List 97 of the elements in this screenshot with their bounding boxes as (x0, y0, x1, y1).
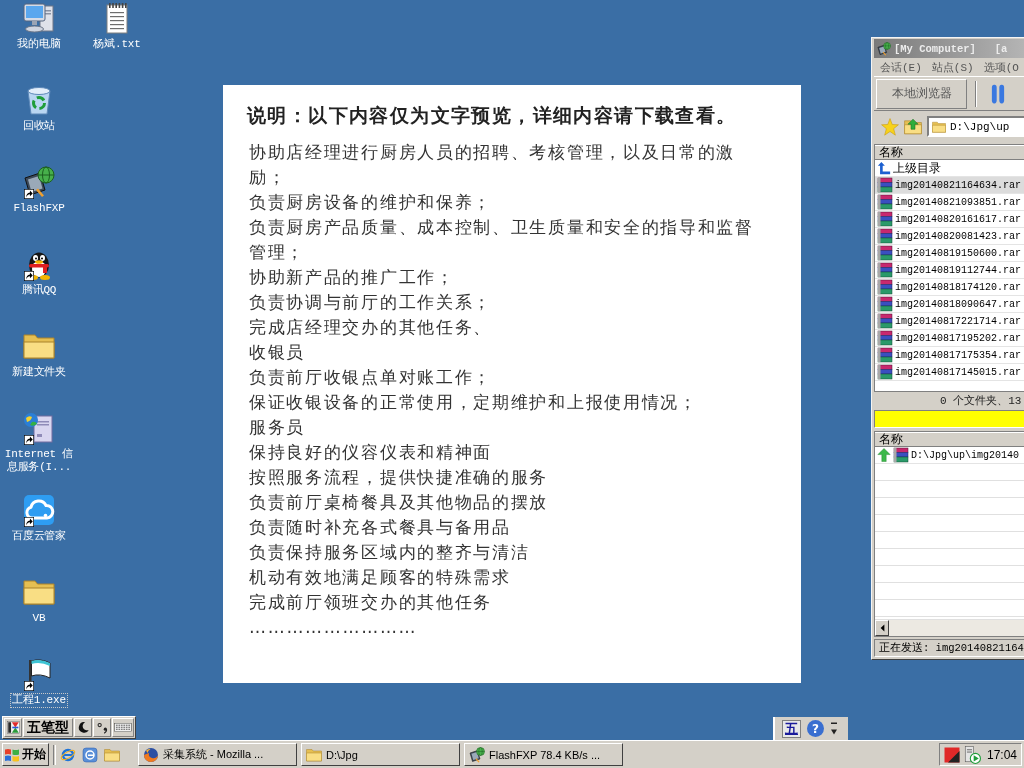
desktop-icon-label[interactable]: Internet 信息服务(I... (0, 447, 78, 475)
document-paragraph: 负责保持服务区域内的整齐与清洁 (248, 541, 530, 564)
fox-globe-icon (143, 746, 159, 763)
desktop-icon-label[interactable]: 腾讯QQ (19, 283, 59, 298)
left-arrow-icon (879, 624, 885, 632)
document-paragraph: 负责前厅收银点单对账工作； (248, 366, 493, 389)
desktop-icon-label[interactable]: 我的电脑 (15, 37, 63, 52)
folder-icon (932, 119, 946, 134)
menu-item[interactable]: 选项(O (983, 59, 1019, 75)
document-paragraph: 机动有效地满足顾客的特殊需求 (248, 566, 511, 589)
document-paragraph: 完成店经理交办的其他任务、 (248, 316, 493, 339)
archive-icon (877, 330, 893, 346)
file-row[interactable]: img20140818174120.rar (875, 279, 1024, 296)
document-paragraph: 负责前厅桌椅餐具及其他物品的摆放 (248, 491, 549, 514)
document-paragraph: 服务员 (248, 416, 306, 439)
file-row[interactable]: img20140820081423.rar (875, 228, 1024, 245)
computer-icon[interactable] (23, 2, 55, 34)
tray-app-icon[interactable] (944, 746, 960, 763)
scrollbar[interactable] (875, 619, 1024, 636)
document-paragraph: 负责随时补充各式餐具与备用品 (248, 516, 511, 539)
document-paragraph: 完成前厅领班交办的其他任务 (248, 591, 493, 614)
help-button[interactable]: ? (807, 720, 824, 737)
archive-icon (877, 245, 893, 261)
taskbar-button[interactable]: FlashFXP 78.4 KB/s ... (464, 743, 623, 766)
pause-icon[interactable] (991, 83, 1005, 104)
file-row[interactable]: img20140820161617.rar (875, 211, 1024, 228)
document-paragraph: 负责协调与前厅的工作关系； (248, 291, 493, 314)
document-paragraph: 协助店经理进行厨房人员的招聘、考核管理，以及日常的激励； (248, 141, 737, 189)
document-title: 说明：以下内容仅为文字预览，详细内容请下载查看。 (247, 103, 737, 128)
queue-row[interactable]: D:\Jpg\up\img20140 (875, 447, 1024, 464)
desktop-icon-label[interactable]: VB (30, 611, 48, 626)
column-header[interactable]: 名称 (875, 145, 1024, 160)
file-row[interactable]: img20140821164634.rar (875, 177, 1024, 194)
archive-icon (877, 347, 893, 363)
file-count-text: 0 个文件夹、13 (940, 394, 1022, 408)
punctuation-icon[interactable] (93, 718, 111, 737)
archive-icon (877, 313, 893, 329)
file-row[interactable]: img20140817145015.rar (875, 364, 1024, 381)
archive-icon (893, 447, 909, 463)
up-arrow-icon (877, 161, 891, 175)
local-browser-button[interactable]: 本地浏览器 (876, 78, 967, 109)
document-paragraph: 收银员 (248, 341, 306, 364)
document-paragraph: 负责厨房设备的维护和保养； (248, 191, 493, 214)
document-paragraph: 协助新产品的推广工作； (248, 266, 455, 289)
desktop-icon-label[interactable]: 工程1.exe (10, 693, 68, 708)
document-paragraph: 负责厨房产品质量、成本控制、卫生质量和安全的指导和监督管理； (248, 216, 755, 264)
archive-icon (877, 194, 893, 210)
file-row[interactable]: img20140817175354.rar (875, 347, 1024, 364)
desktop-icon-label[interactable]: 新建文件夹 (10, 365, 68, 380)
globe-app-icon (469, 746, 485, 763)
keyboard-icon[interactable] (112, 718, 134, 737)
path-field[interactable]: D:\Jpg\up (927, 116, 1024, 137)
e-orbit-icon[interactable] (60, 746, 76, 763)
folder-up-icon[interactable] (904, 117, 922, 136)
window-title: [My Computer] [a (894, 42, 1008, 55)
menu-item[interactable]: 站点(S) (931, 59, 974, 75)
archive-icon (877, 364, 893, 380)
archive-icon (877, 211, 893, 227)
desktop-icon-label[interactable]: FlashFXP (11, 201, 67, 216)
windows-flag-icon (4, 746, 20, 763)
input-mode-button[interactable]: 五笔型 (23, 718, 73, 737)
file-row[interactable]: img20140817221714.rar (875, 313, 1024, 330)
archive-icon (877, 262, 893, 278)
menu-item[interactable]: 会话(E) (880, 59, 922, 75)
status-text: 正在发送: img20140821164 (879, 641, 1024, 655)
file-row[interactable]: img20140817195202.rar (875, 330, 1024, 347)
file-row[interactable]: img20140821093851.rar (875, 194, 1024, 211)
file-row[interactable]: img20140819112744.rar (875, 262, 1024, 279)
ime-logo-icon[interactable] (4, 718, 22, 737)
document-paragraph: 保持良好的仪容仪表和精神面 (248, 441, 493, 464)
archive-icon (877, 279, 893, 295)
up-arrow-icon (877, 448, 891, 462)
globe-app-icon (877, 41, 891, 56)
app-tile-icon[interactable] (82, 746, 98, 763)
archive-icon (877, 228, 893, 244)
document-paragraph: 按照服务流程，提供快捷准确的服务 (248, 466, 549, 489)
file-row[interactable]: img20140819150600.rar (875, 245, 1024, 262)
document-paragraph: 保证收银设备的正常使用，定期维护和上报使用情况； (248, 391, 698, 414)
options-arrow-icon[interactable] (830, 721, 838, 736)
desktop-icon-label[interactable]: 百度云管家 (10, 529, 68, 544)
folder-icon (306, 746, 322, 763)
file-row[interactable]: img20140818090647.rar (875, 296, 1024, 313)
taskbar-button[interactable]: 采集系统 - Mozilla ... (138, 743, 297, 766)
column-header[interactable]: 名称 (875, 432, 1024, 447)
scroll-left-button[interactable] (875, 620, 889, 636)
moon-icon[interactable] (74, 718, 92, 737)
archive-icon (877, 177, 893, 193)
archive-icon (877, 296, 893, 312)
start-button[interactable]: 开始 (2, 743, 49, 766)
clock: 17:04 (986, 747, 1017, 762)
star-icon[interactable] (881, 117, 899, 136)
document-paragraph: ……………………… (248, 616, 418, 639)
desktop-icon-label[interactable]: 杨斌.txt (91, 37, 143, 52)
input-method-button[interactable]: 五 (782, 719, 801, 738)
cloud-icon[interactable] (23, 494, 55, 526)
taskbar-button[interactable]: D:\Jpg (301, 743, 460, 766)
desktop-icon-label[interactable]: 回收站 (20, 119, 58, 134)
